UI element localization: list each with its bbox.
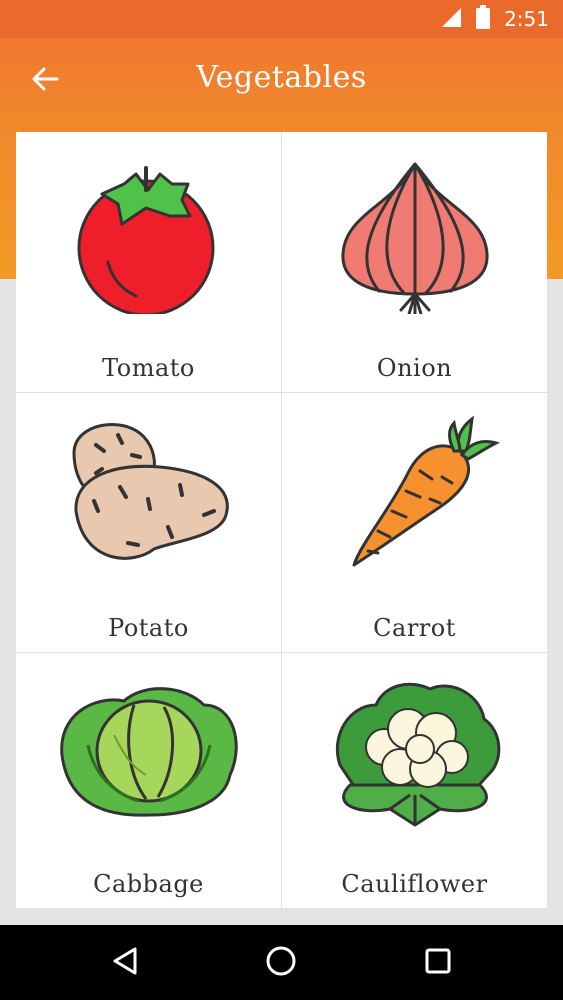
tomato-icon bbox=[77, 166, 214, 314]
item-label: Tomato bbox=[102, 354, 195, 382]
grid-item-cabbage[interactable]: Cabbage bbox=[16, 653, 282, 908]
item-label: Cabbage bbox=[93, 870, 204, 898]
vegetable-grid: Tomato Onion Potato Carrot Cabbage Cauli… bbox=[16, 132, 547, 908]
carrot-icon bbox=[352, 415, 500, 567]
nav-home-icon bbox=[265, 945, 297, 981]
page-title: Vegetables bbox=[196, 60, 367, 95]
item-label: Onion bbox=[376, 354, 453, 382]
grid-item-cauliflower[interactable]: Cauliflower bbox=[282, 653, 547, 908]
nav-home-button[interactable] bbox=[259, 941, 303, 985]
cabbage-icon bbox=[59, 687, 238, 817]
grid-item-carrot[interactable]: Carrot bbox=[282, 393, 547, 653]
system-nav-bar bbox=[0, 925, 563, 1000]
cauliflower-icon bbox=[335, 682, 500, 827]
potato-icon bbox=[71, 423, 229, 560]
nav-recents-icon bbox=[424, 947, 452, 979]
nav-back-icon bbox=[111, 946, 139, 980]
nav-back-button[interactable] bbox=[103, 941, 147, 985]
item-label: Cauliflower bbox=[341, 870, 488, 898]
app-bar: Vegetables bbox=[0, 38, 563, 124]
status-bar: 2:51 bbox=[0, 0, 563, 38]
grid-item-potato[interactable]: Potato bbox=[16, 393, 282, 653]
grid-item-tomato[interactable]: Tomato bbox=[16, 132, 282, 393]
signal-icon bbox=[440, 6, 462, 32]
grid-item-onion[interactable]: Onion bbox=[282, 132, 547, 393]
onion-icon bbox=[340, 162, 489, 314]
item-label: Potato bbox=[108, 614, 189, 642]
item-label: Carrot bbox=[373, 614, 456, 642]
battery-icon bbox=[476, 5, 491, 33]
nav-recents-button[interactable] bbox=[416, 941, 460, 985]
status-time: 2:51 bbox=[504, 7, 549, 31]
